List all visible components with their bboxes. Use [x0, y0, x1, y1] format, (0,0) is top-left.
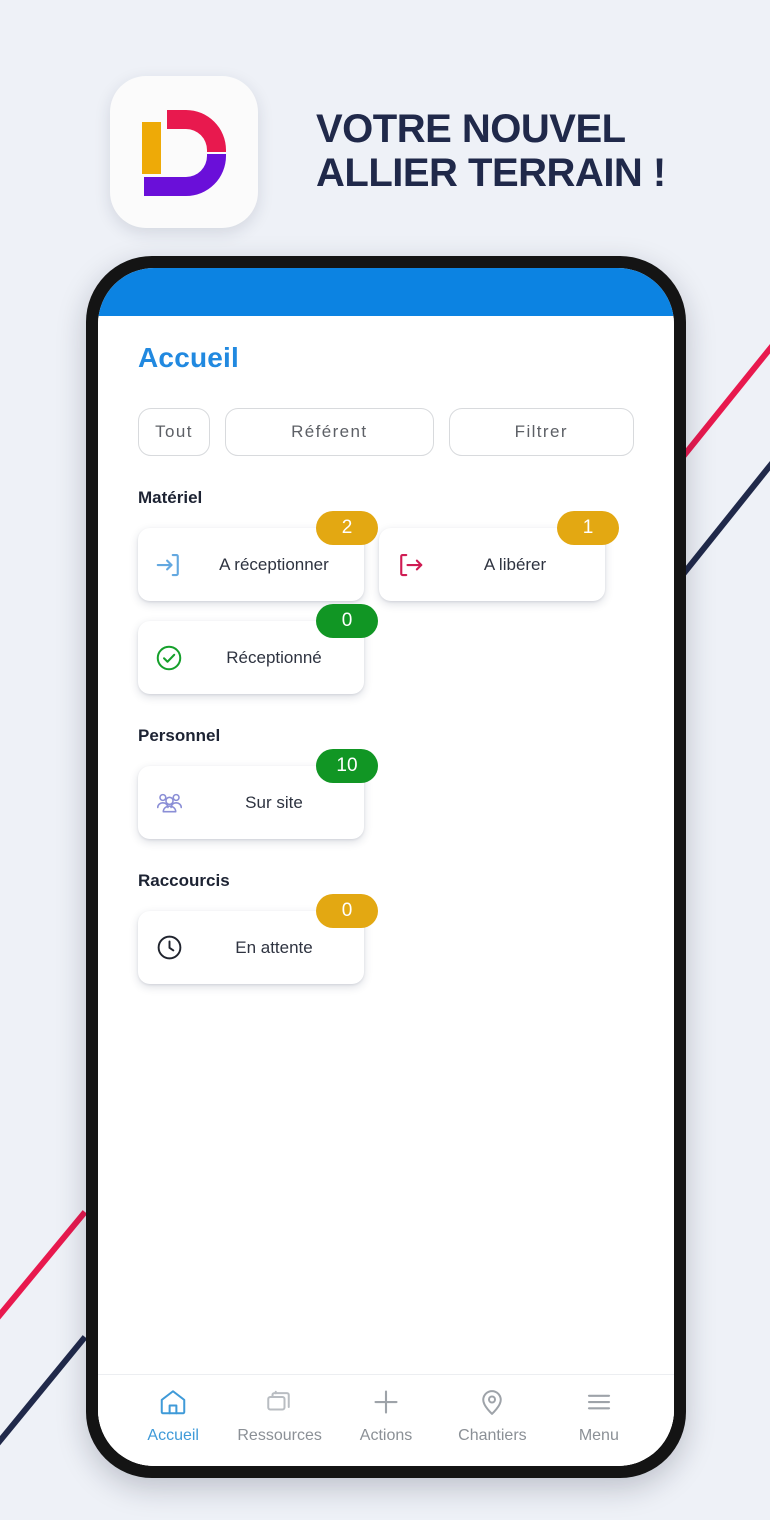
check-circle-icon: [138, 643, 200, 673]
headline-line-1: VOTRE NOUVEL: [316, 107, 626, 152]
tab-chantiers[interactable]: Chantiers: [439, 1387, 545, 1445]
stripe-navy-bottom: [0, 1335, 88, 1446]
app-content: Accueil Tout Référent Filtrer Matériel 2: [98, 316, 674, 1466]
status-badge: 2: [316, 511, 378, 545]
filter-chip-group: Tout Référent Filtrer: [98, 374, 674, 456]
section-header-personnel: Personnel: [138, 726, 221, 745]
page-headline: VOTRE NOUVEL ALLIER TERRAIN !: [316, 108, 666, 194]
login-arrow-icon: [138, 550, 200, 580]
status-badge: 0: [316, 894, 378, 928]
logout-arrow-icon: [379, 550, 441, 580]
tab-actions-label: Actions: [359, 1426, 413, 1444]
stat-card-receptionne[interactable]: 0 Réceptionné: [138, 604, 378, 694]
tab-menu-label: Menu: [578, 1426, 619, 1444]
stat-card-en-attente[interactable]: 0 En attente: [138, 894, 378, 984]
clock-icon: [138, 933, 200, 962]
phone-screen: Accueil Tout Référent Filtrer Matériel 2: [98, 268, 674, 1466]
plus-icon: [370, 1387, 402, 1422]
stat-card-label: A réceptionner: [219, 554, 329, 574]
stat-card-a-liberer[interactable]: 1 A libérer: [379, 511, 619, 601]
tab-ressources[interactable]: Ressources: [226, 1387, 332, 1445]
bottom-navigation: Accueil Ressources Actions Chantiers Men…: [98, 1374, 674, 1466]
filter-chip-tout-label: Tout: [155, 422, 193, 441]
status-badge: 10: [316, 749, 378, 783]
tab-chantiers-label: Chantiers: [458, 1426, 527, 1444]
filter-chip-filtrer[interactable]: Filtrer: [448, 408, 634, 456]
card-row-raccourcis-1: 0 En attente: [98, 894, 674, 984]
status-badge: 1: [557, 511, 619, 545]
filter-chip-tout[interactable]: Tout: [138, 408, 210, 456]
card-row-materiel-1: 2 A réceptionner 1 A libérer: [98, 511, 674, 601]
filter-chip-referent-label: Référent: [291, 422, 368, 441]
app-logo-tile: [110, 75, 258, 228]
hero-banner: VOTRE NOUVEL ALLIER TERRAIN !: [0, 64, 770, 239]
tab-menu[interactable]: Menu: [546, 1387, 652, 1445]
cards-stack-icon: [264, 1387, 296, 1422]
stat-card-label: Sur site: [245, 792, 303, 812]
tab-ressources-label: Ressources: [237, 1426, 322, 1444]
stat-card-label: Réceptionné: [226, 647, 322, 667]
people-group-icon: [138, 787, 200, 818]
section-header-materiel: Matériel: [138, 488, 203, 507]
hamburger-icon: [583, 1387, 615, 1422]
stat-card-sur-site[interactable]: 10 Sur site: [138, 749, 378, 839]
map-pin-icon: [476, 1387, 508, 1422]
stat-card-label: A libérer: [483, 554, 547, 574]
stat-card-label: En attente: [235, 937, 313, 957]
tab-accueil-label: Accueil: [147, 1426, 199, 1444]
tab-accueil[interactable]: Accueil: [120, 1387, 226, 1445]
stripe-crimson-bottom: [0, 1210, 88, 1320]
page-title: Accueil: [138, 342, 239, 373]
dynamic-d-logo-icon: [142, 109, 226, 196]
filter-chip-filtrer-label: Filtrer: [514, 422, 568, 441]
card-row-materiel-2: 0 Réceptionné: [98, 604, 674, 694]
phone-mockup: Accueil Tout Référent Filtrer Matériel 2: [86, 256, 686, 1478]
headline-line-2: ALLIER TERRAIN !: [316, 150, 666, 195]
stat-card-a-receptionner[interactable]: 2 A réceptionner: [138, 511, 378, 601]
card-row-personnel-1: 10 Sur site: [98, 749, 674, 839]
section-header-raccourcis: Raccourcis: [138, 871, 230, 890]
filter-chip-referent[interactable]: Référent: [225, 408, 434, 456]
tab-actions[interactable]: Actions: [333, 1387, 439, 1445]
status-bar: [98, 268, 674, 316]
home-icon: [157, 1387, 189, 1422]
status-badge: 0: [316, 604, 378, 638]
